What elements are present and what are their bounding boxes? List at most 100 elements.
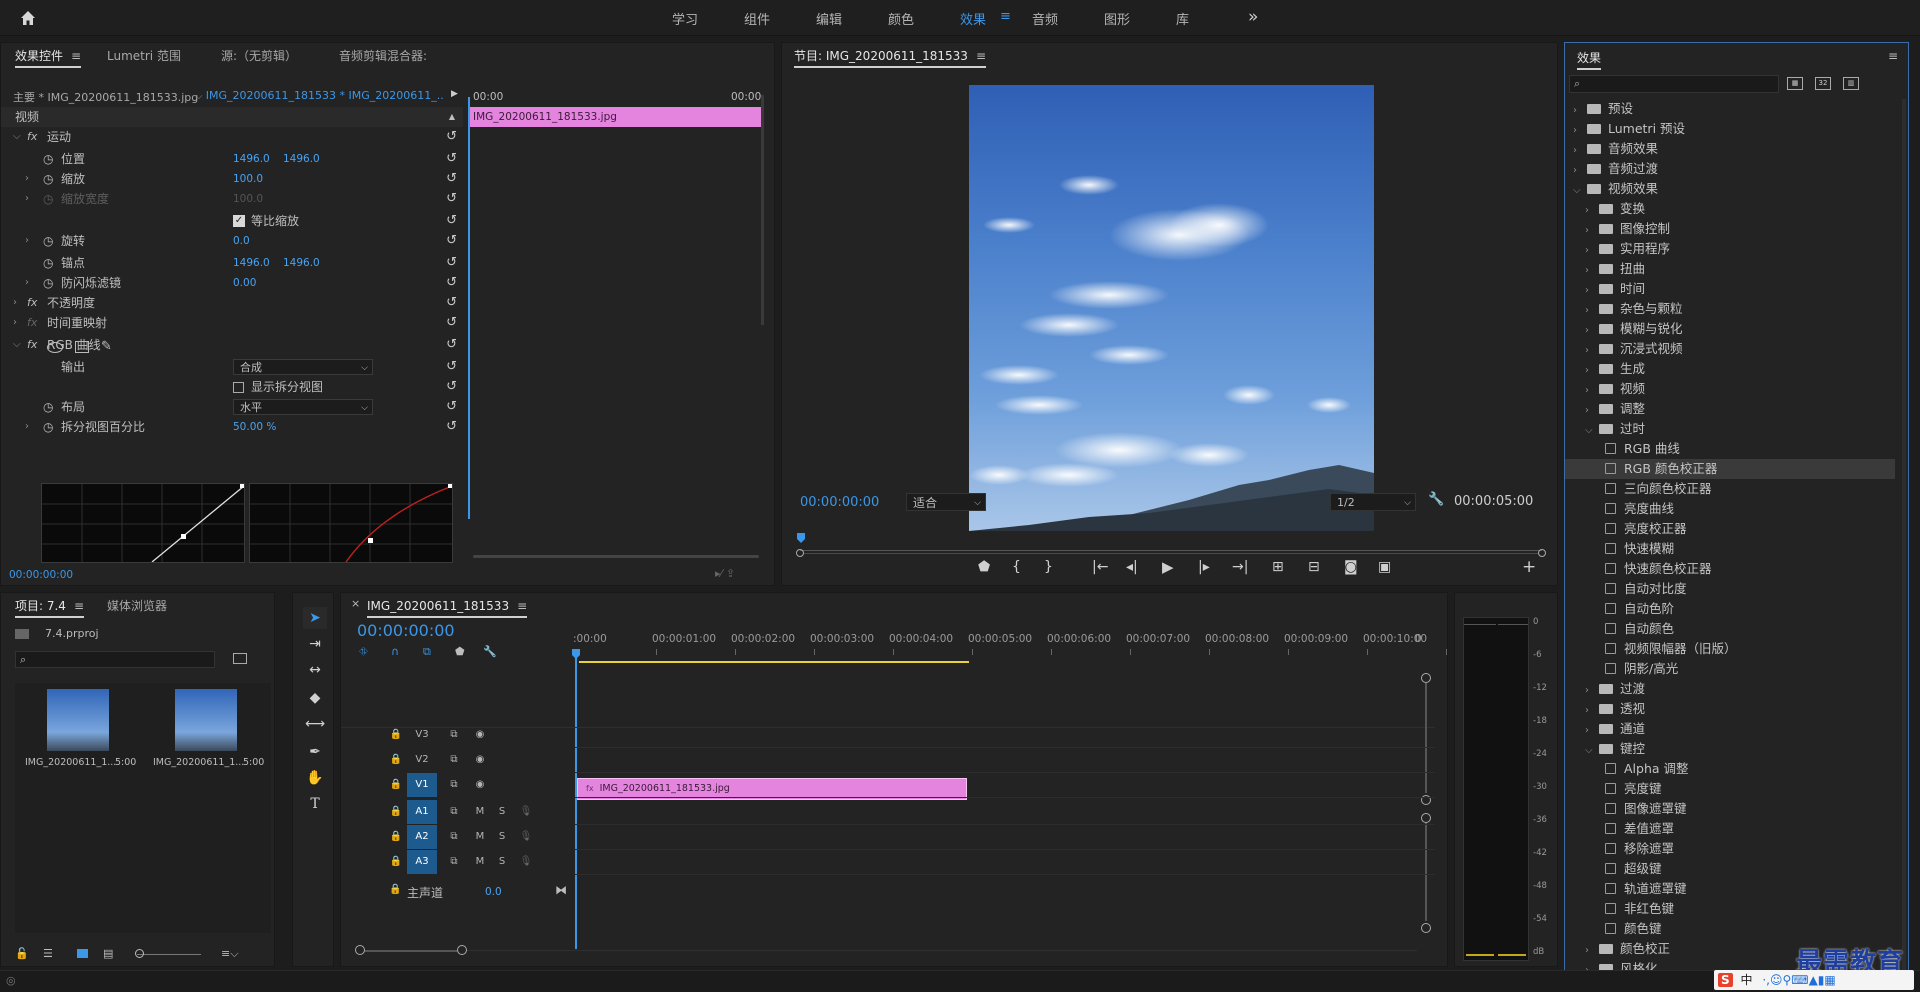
mark-out-icon[interactable]: } [1044,559,1053,575]
yuv-effects-icon[interactable]: ▥ [1843,77,1859,90]
effects-tree-item[interactable]: 自动色阶 [1565,599,1895,619]
effects-tree-item[interactable]: 自动对比度 [1565,579,1895,599]
chevron-right-icon[interactable]: › [1585,401,1599,421]
chevron-right-icon[interactable]: › [1585,201,1599,221]
vscroll-thumb[interactable] [1425,683,1427,793]
stopwatch-icon[interactable]: ◷ [43,169,53,189]
effects-tree-item[interactable]: 自动颜色 [1565,619,1895,639]
property-value[interactable]: 0.0 [233,231,250,251]
split-view-checkbox[interactable] [233,382,244,393]
chevron-right-icon[interactable]: › [1585,301,1599,321]
reset-icon[interactable]: ↺ [446,357,457,377]
play-icon[interactable]: ▶ [1162,558,1174,576]
workspace-tab[interactable]: 音频 [1032,9,1058,28]
curve-main-graph[interactable] [41,483,245,563]
effects-tree-item[interactable]: › 变换 [1565,199,1895,219]
slip-tool-icon[interactable]: ⟷ [303,713,327,735]
project-item[interactable]: IMG_20200611_1... 5:00 [143,683,267,783]
workspace-tab[interactable]: 组件 [744,9,770,28]
mark-in-icon[interactable]: { [1012,559,1021,575]
lock-icon[interactable]: 🔓 [15,947,29,960]
reset-icon[interactable]: ↺ [446,189,457,209]
vscroll-handle-a[interactable] [1421,813,1431,823]
expand-chevron-icon[interactable]: › [13,313,17,333]
chevron-right-icon[interactable]: › [1585,261,1599,281]
go-to-out-icon[interactable]: →| [1232,559,1248,575]
effects-tree-item[interactable]: RGB 颜色校正器 [1565,459,1895,479]
mini-clip[interactable]: IMG_20200611_181533.jpg [469,107,761,127]
effects-tree-item[interactable]: › 生成 [1565,359,1895,379]
uniform-scale-checkbox[interactable]: ✓ [233,215,245,227]
chevron-right-icon[interactable]: › [1585,701,1599,721]
timeline-hscroll[interactable] [355,945,1425,957]
effects-tree-item[interactable]: 轨道遮罩键 [1565,879,1895,899]
panel-menu-icon[interactable]: ≡ [517,593,527,619]
effects-tree-item[interactable]: 亮度键 [1565,779,1895,799]
chevron-right-icon[interactable]: › [1585,321,1599,341]
fx-toggle-icon[interactable]: fx [27,127,37,147]
ime-toolbar[interactable]: S 中 ·,☺⚲⌨▲▮▦ [1714,970,1914,990]
effects-tree-item[interactable]: 快速颜色校正器 [1565,559,1895,579]
effects-tree-item[interactable]: 阴影/高光 [1565,659,1895,679]
layout-select[interactable]: 水平 ⌵ [233,399,373,415]
ellipse-mask-icon[interactable] [47,342,63,353]
go-to-end-icon[interactable]: ⧓ [555,883,567,897]
expand-chevron-icon[interactable]: › [25,273,29,293]
chevron-down-icon[interactable]: ⌵ [1585,421,1599,441]
effects-tree-item[interactable]: 三向颜色校正器 [1565,479,1895,499]
effects-tree-item[interactable]: 超级键 [1565,859,1895,879]
reset-icon[interactable]: ↺ [446,169,457,189]
vscroll-handle-top[interactable] [1421,673,1431,683]
track-select-tool-icon[interactable]: ⇥ [303,633,327,655]
program-video-frame[interactable] [969,85,1374,531]
vscroll-handle-bottom[interactable] [1421,923,1431,933]
reset-icon[interactable]: ↺ [446,377,457,397]
track-target[interactable]: V3 [407,723,437,747]
pen-tool-icon[interactable]: ✒ [303,741,327,763]
eye-icon[interactable]: ◉ [465,773,495,797]
chevron-right-icon[interactable]: › [1585,681,1599,701]
go-to-in-icon[interactable]: |← [1092,559,1108,575]
razor-tool-icon[interactable]: ◆ [303,687,327,709]
property-value-2[interactable]: 1496.0 [283,253,320,273]
timeline-settings-icon[interactable]: 🔧 [483,645,497,658]
chevron-right-icon[interactable]: › [1573,141,1587,161]
ime-tools-icon[interactable]: ·,☺⚲⌨▲▮▦ [1762,973,1835,987]
add-button-icon[interactable]: + [1522,557,1536,577]
collapse-icon[interactable]: ▲ [449,107,455,127]
pen-mask-icon[interactable]: ✎ [101,337,112,357]
effects-tree-item[interactable]: › 沉浸式视频 [1565,339,1895,359]
panel-menu-icon[interactable]: ≡ [1888,49,1898,63]
stopwatch-icon[interactable]: ◷ [43,189,53,209]
effects-tree-item[interactable]: › 视频 [1565,379,1895,399]
chevron-right-icon[interactable]: › [1585,941,1599,961]
workspace-tab[interactable]: 编辑 [816,9,842,28]
expand-chevron-icon[interactable]: › [25,189,29,209]
scroll-handle-left[interactable] [355,945,365,955]
extract-icon[interactable]: ⊟ [1308,559,1320,575]
chevron-right-icon[interactable]: › [1585,341,1599,361]
eye-icon[interactable]: ◉ [465,748,495,772]
fx-toggle-icon[interactable]: fx [27,313,37,333]
track-target[interactable]: A2 [407,825,437,849]
chevron-right-icon[interactable]: › [1573,101,1587,121]
effects-tree-item[interactable]: › 音频效果 [1565,139,1895,159]
project-item[interactable]: IMG_20200611_1... 5:00 [15,683,139,783]
track-target[interactable]: A1 [407,800,437,824]
zoom-slider-handle[interactable] [135,949,144,958]
reset-icon[interactable]: ↺ [446,293,457,313]
track-target[interactable]: V1 [407,773,437,797]
property-value[interactable]: 0.00 [233,273,256,293]
program-timecode[interactable]: 00:00:00:00 [800,495,879,510]
chevron-right-icon[interactable]: › [1585,361,1599,381]
freeform-view-icon[interactable]: ▤ [103,947,113,960]
effects-tree-item[interactable]: 快速模糊 [1565,539,1895,559]
resolution-select[interactable]: 1/2 ⌵ [1330,493,1416,511]
rect-mask-icon[interactable] [75,341,89,353]
workspace-tab[interactable]: 颜色 [888,9,914,28]
expand-chevron-icon[interactable]: › [25,417,29,437]
expand-chevron-icon[interactable]: › [25,169,29,189]
property-value-2[interactable]: 1496.0 [283,149,320,169]
add-marker-icon[interactable]: ⬟ [978,559,990,575]
stopwatch-icon[interactable]: ◷ [43,417,53,437]
